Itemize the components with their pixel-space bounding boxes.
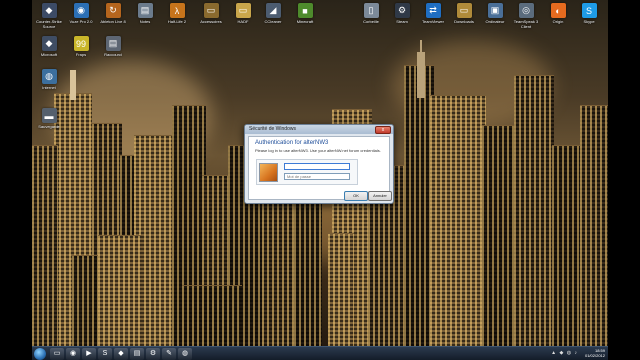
desktop-icon-label: CCleaner: [264, 19, 282, 24]
desktop-icon[interactable]: 99 Fraps: [66, 36, 96, 57]
desktop-icon-label: Internet: [42, 85, 56, 90]
desktop-icon[interactable]: ↻ Ableton Live 8: [98, 3, 128, 24]
cs-icon: ◆: [41, 3, 57, 18]
explorer-icon[interactable]: ▭: [50, 348, 64, 360]
desktop-icon-label: Vuze Pro 2.0: [69, 19, 93, 24]
desktop-icon[interactable]: ◆ Microsoft: [34, 36, 64, 57]
desktop-icon[interactable]: ⚙ Steam: [387, 3, 417, 24]
recycle-bin-icon: ▯: [363, 3, 379, 18]
folder-icon: ▭: [203, 3, 219, 18]
dialog-heading: Authentication for alterNW3: [255, 140, 329, 146]
desktop-icon-label: Minecraft: [296, 19, 314, 24]
cancel-button[interactable]: Annuler: [368, 191, 392, 201]
right-letterbox: [608, 0, 640, 360]
origin-icon: ◐: [550, 3, 566, 18]
steam-icon: ⚙: [394, 3, 410, 18]
desktop-icon[interactable]: ▤ Raccourci: [98, 36, 128, 57]
teamspeak-icon: ◎: [518, 3, 534, 18]
desktop-icon-label: Ordinateur: [485, 19, 505, 24]
desktop-icon[interactable]: ◢ CCleaner: [258, 3, 288, 24]
desktop-icon-label: Ableton Live 8: [100, 19, 126, 24]
app-icon: ◆: [41, 36, 57, 51]
folder-icon: ▭: [235, 3, 251, 18]
desktop-icon[interactable]: S Skype: [574, 3, 604, 24]
desktop-icon[interactable]: ◐ Origin: [543, 3, 573, 24]
folder-icon[interactable]: ▤: [130, 348, 144, 360]
screen: ◆ Counter-Strike Source ◉ Vuze Pro 2.0 ↻ Able…: [0, 0, 640, 360]
dialog-titlebar[interactable]: Sécurité de Windows x: [245, 125, 393, 134]
close-button[interactable]: x: [375, 126, 391, 134]
vuze-icon: ◉: [73, 3, 89, 18]
document-icon: ▤: [137, 3, 153, 18]
desktop-icon-label: Accessoires: [200, 19, 222, 24]
teamviewer-icon: ⇄: [425, 3, 441, 18]
credential-box: [256, 159, 358, 185]
desktop-icon-label: Notes: [139, 19, 151, 24]
dialog-body: Authentication for alterNW3 Please log i…: [248, 136, 392, 201]
desktop-icon-label: Counter-Strike Source: [36, 19, 62, 29]
desktop-icon-label: Half-Life 2: [167, 19, 187, 24]
desktop-icon-label: Fraps: [75, 52, 87, 57]
skype-icon[interactable]: S: [98, 348, 112, 360]
dialog-title: Sécurité de Windows: [249, 126, 296, 132]
desktop-icon[interactable]: ⇄ TeamViewer: [418, 3, 448, 24]
ok-button[interactable]: OK: [344, 191, 368, 201]
desktop-icon-label: HADF: [237, 19, 249, 24]
desktop-icon-label: Downloads: [454, 19, 474, 24]
desktop-icon[interactable]: ▭ HADF: [228, 3, 258, 24]
clock[interactable]: 18:59 01/02/2012: [585, 348, 605, 358]
desktop-icon-label: Sauvegarde: [38, 124, 60, 129]
desktop-icon[interactable]: ■ Minecraft: [290, 3, 320, 24]
desktop-icon-label: Raccourci: [104, 52, 122, 57]
network-icon[interactable]: ◍: [178, 348, 192, 360]
desktop-icon[interactable]: λ Half-Life 2: [162, 3, 192, 24]
authentication-dialog: Sécurité de Windows x Authentication for…: [244, 124, 394, 204]
fraps-icon: 99: [73, 36, 89, 51]
desktop-icon-label: Microsoft: [40, 52, 58, 57]
desktop-icon[interactable]: ▭ Accessoires: [196, 3, 226, 24]
desktop-icon[interactable]: ▯ Corbeille: [356, 3, 386, 24]
desktop-icon[interactable]: ▬ Sauvegarde: [34, 108, 64, 129]
shortcut-icon: ▤: [105, 36, 121, 51]
desktop-icon-label: Steam: [396, 19, 408, 24]
minecraft-icon: ■: [297, 3, 313, 18]
globe-icon: ◍: [41, 69, 57, 84]
app-icon[interactable]: ◆: [114, 348, 128, 360]
media-player-icon[interactable]: ▶: [82, 348, 96, 360]
desktop-icon[interactable]: ◎ TeamSpeak 3 Client: [511, 3, 541, 29]
computer-icon: ▣: [487, 3, 503, 18]
desktop-icon-label: Corbeille: [363, 19, 379, 24]
desktop-icon[interactable]: ▭ Downloads: [449, 3, 479, 24]
password-input[interactable]: [284, 173, 350, 180]
left-letterbox: [0, 0, 32, 360]
clock-date: 01/02/2012: [584, 353, 605, 358]
start-button[interactable]: [34, 348, 46, 360]
paint-icon[interactable]: ✎: [162, 348, 176, 360]
dialog-description: Please log in to use alterNW3. Use your …: [255, 148, 381, 153]
desktop-icon[interactable]: ◆ Counter-Strike Source: [34, 3, 64, 29]
desktop-icon[interactable]: ▤ Notes: [130, 3, 160, 24]
desktop-icon[interactable]: ◍ Internet: [34, 69, 64, 90]
folder-icon: ▭: [456, 3, 472, 18]
drive-icon: ▬: [41, 108, 57, 123]
tray-icons[interactable]: ▲ ◆ ◍ ♪: [551, 350, 578, 356]
desktop-icon-label: Origin: [552, 19, 564, 24]
steam-icon[interactable]: ⚙: [146, 348, 160, 360]
username-input[interactable]: [284, 163, 350, 170]
skype-icon: S: [581, 3, 597, 18]
desktop-icon[interactable]: ◉ Vuze Pro 2.0: [66, 3, 96, 24]
desktop-icon-label: Skype: [583, 19, 595, 24]
desktop-icon-label: TeamViewer: [422, 19, 444, 24]
user-avatar-icon: [259, 163, 278, 182]
firefox-icon[interactable]: ◉: [66, 348, 80, 360]
live-icon: ↻: [105, 3, 121, 18]
desktop-icon-label: TeamSpeak 3 Client: [513, 19, 539, 29]
hl2-icon: λ: [169, 3, 185, 18]
cleaner-icon: ◢: [265, 3, 281, 18]
desktop-icon[interactable]: ▣ Ordinateur: [480, 3, 510, 24]
taskbar: ▭ ◉ ▶ S ◆ ▤ ⚙ ✎ ◍ ▲ ◆ ◍ ♪ 18:59 01/02/2012: [32, 346, 608, 360]
